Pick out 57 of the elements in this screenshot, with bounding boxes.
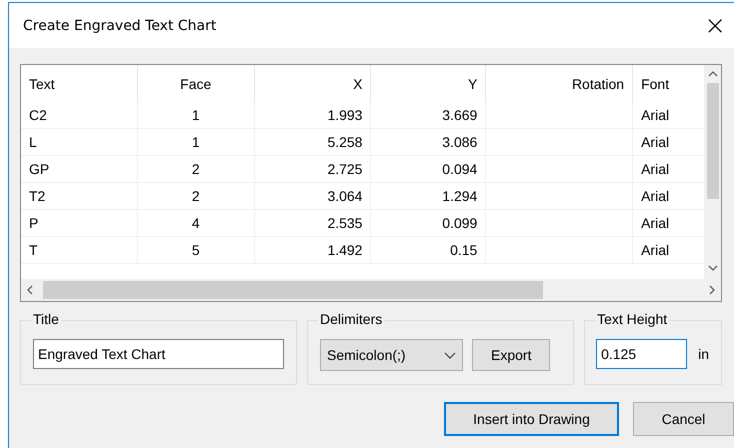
dialog-button[interactable]: Insert into Drawing <box>444 402 619 436</box>
table-cell: 4 <box>138 210 255 236</box>
table-cell: T2 <box>21 183 138 209</box>
export-button[interactable]: Export <box>472 339 550 371</box>
table-cell: 0.094 <box>371 156 486 182</box>
table-cell: 1 <box>138 129 255 155</box>
dialog-button[interactable]: Cancel <box>633 402 734 436</box>
table-cell-text: Arial <box>640 106 670 125</box>
table-cell: 1.993 <box>254 102 372 128</box>
table-cell-text: Arial <box>640 214 670 233</box>
table-cell: 1.294 <box>371 183 486 209</box>
scroll-down-icon[interactable] <box>708 265 718 271</box>
table-cell-text: Arial <box>640 160 670 179</box>
close-button[interactable]: × <box>698 12 732 40</box>
table-cell: P <box>21 210 138 236</box>
group-label: Text Height <box>595 311 670 327</box>
group-label: Title <box>31 311 61 327</box>
chevron-down-icon[interactable] <box>444 352 456 358</box>
scrollbar-thumb[interactable] <box>43 281 543 299</box>
window-title: Create Engraved Text Chart <box>23 18 216 34</box>
table-cell-text: Arial <box>640 241 670 260</box>
title-field[interactable]: Engraved Text Chart <box>33 339 284 369</box>
column-header[interactable]: Text <box>21 65 138 102</box>
table-cell: C2 <box>21 102 138 128</box>
table-cell: T <box>21 237 138 263</box>
column-header[interactable]: Font <box>633 65 704 102</box>
unit-label: in <box>698 346 709 362</box>
table-cell: 0.15 <box>371 237 486 263</box>
table-cell: 5 <box>138 237 255 263</box>
column-header[interactable]: X <box>254 65 372 102</box>
group-label: Delimiters <box>318 311 384 327</box>
column-header[interactable]: Y <box>371 65 486 102</box>
column-header[interactable]: Face <box>138 65 255 102</box>
scrollbar-thumb[interactable] <box>706 83 718 199</box>
vertical-scrollbar[interactable] <box>704 65 721 279</box>
table-cell: 2.535 <box>254 210 372 236</box>
table-cell: 2.725 <box>254 156 372 182</box>
scroll-right-icon[interactable] <box>709 285 715 295</box>
table-cell-text: Arial <box>640 133 670 152</box>
table-cell-text: Arial <box>640 187 670 206</box>
table-cell: 1 <box>138 102 255 128</box>
table-cell: 5.258 <box>254 129 372 155</box>
table-cell: L <box>21 129 138 155</box>
scroll-up-icon[interactable] <box>708 71 718 77</box>
table-cell: 2 <box>138 156 255 182</box>
table-cell: 3.669 <box>371 102 486 128</box>
table-cell: 1.492 <box>254 237 372 263</box>
horizontal-scrollbar[interactable] <box>21 279 721 301</box>
text-height-field[interactable]: 0.125 <box>596 339 688 369</box>
table-cell: 2 <box>138 183 255 209</box>
table-cell: 0.099 <box>371 210 486 236</box>
delimiter-dropdown[interactable]: Semicolon(;) <box>320 339 463 371</box>
table-cell: GP <box>21 156 138 182</box>
column-header[interactable]: Rotation <box>486 65 634 102</box>
scroll-left-icon[interactable] <box>27 285 33 295</box>
table-cell: 3.086 <box>371 129 486 155</box>
table-cell: 3.064 <box>254 183 372 209</box>
